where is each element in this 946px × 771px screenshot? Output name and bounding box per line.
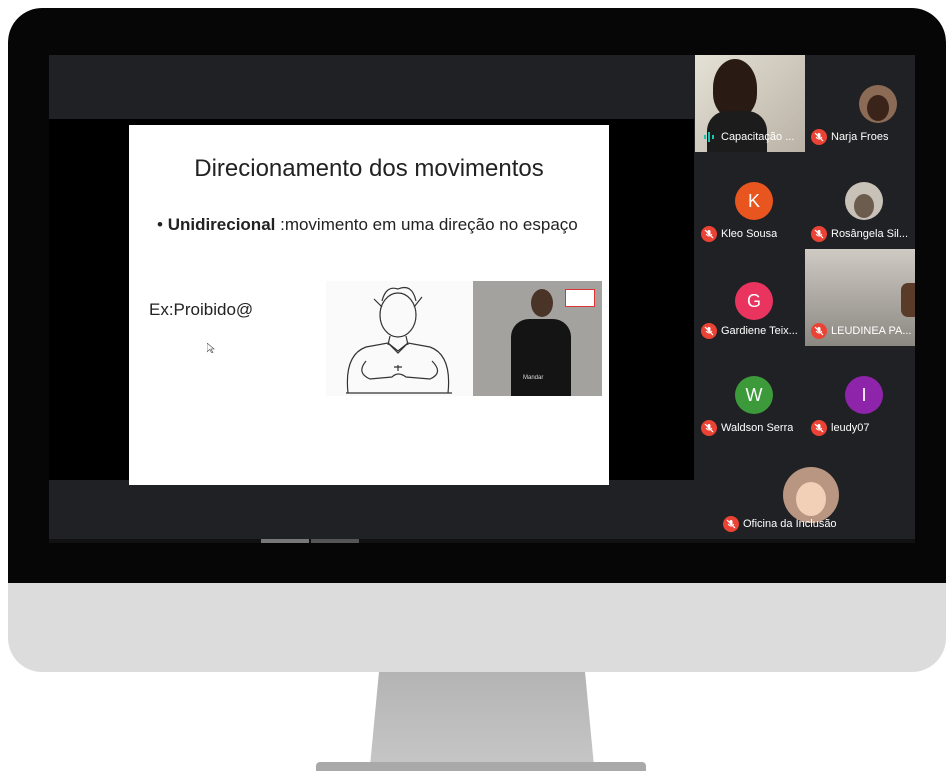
participant-name: Rosângela Sil... xyxy=(831,228,909,240)
monitor-bezel: Direcionamento dos movimentos • Unidirec… xyxy=(8,8,946,583)
mic-off-icon xyxy=(811,323,827,339)
participant-name-row: Capacitação ... xyxy=(701,129,794,145)
presented-slide: Direcionamento dos movimentos • Unidirec… xyxy=(129,125,609,485)
participant-photo xyxy=(859,85,897,123)
stage-bottom-bar xyxy=(49,480,694,543)
slide-bullet-bold: Unidirecional xyxy=(167,215,276,234)
mic-off-icon xyxy=(723,516,739,532)
participant-tile[interactable]: Narja Froes xyxy=(805,55,915,152)
sign-sketch-icon xyxy=(346,286,452,394)
interpreter-head xyxy=(531,289,553,317)
presentation-stage: Direcionamento dos movimentos • Unidirec… xyxy=(49,55,694,543)
tray-thumbnail[interactable] xyxy=(311,539,359,543)
participant-name-row: Kleo Sousa xyxy=(701,226,777,242)
participant-tile[interactable]: W Waldson Serra xyxy=(695,346,805,443)
participant-tile[interactable]: Oficina da Inclusão xyxy=(717,447,907,539)
sign-illustration xyxy=(326,281,473,396)
participant-tile[interactable]: I leudy07 xyxy=(805,346,915,443)
participant-avatar: K xyxy=(735,182,773,220)
mic-off-icon xyxy=(701,226,717,242)
participant-name: Waldson Serra xyxy=(721,422,794,434)
participant-name-row: Oficina da Inclusão xyxy=(723,516,837,532)
slide-bullet: • Unidirecional :movimento em uma direçã… xyxy=(157,215,578,234)
participant-name: Capacitação ... xyxy=(721,131,795,143)
speaking-indicator-icon xyxy=(701,129,717,145)
participant-name-row: Narja Froes xyxy=(811,129,888,145)
participant-name-row: leudy07 xyxy=(811,420,870,436)
mic-off-icon xyxy=(811,420,827,436)
participant-tile[interactable]: LEUDINEA PA... xyxy=(805,249,915,346)
participant-name: leudy07 xyxy=(831,422,870,434)
stage-top-bar xyxy=(49,55,694,119)
participant-tile[interactable]: G Gardiene Teix... xyxy=(695,249,805,346)
participant-name: Oficina da Inclusão xyxy=(743,518,837,530)
mic-off-icon xyxy=(811,129,827,145)
participant-tile[interactable]: Capacitação ... xyxy=(695,55,805,153)
slide-bullet-text: :movimento em uma direção no espaço xyxy=(275,215,578,234)
participant-name: Kleo Sousa xyxy=(721,228,778,240)
bottom-tray xyxy=(49,539,915,543)
participant-name-row: Rosângela Sil... xyxy=(811,226,908,242)
monitor-stand-neck xyxy=(370,672,594,766)
meeting-screen: Direcionamento dos movimentos • Unidirec… xyxy=(49,55,915,543)
participant-name-row: LEUDINEA PA... xyxy=(811,323,912,339)
participant-name: Gardiene Teix... xyxy=(721,325,798,337)
participant-tile[interactable]: Rosângela Sil... xyxy=(805,152,915,249)
participant-photo xyxy=(901,283,915,317)
monitor-stand-base xyxy=(316,762,646,771)
shirt-caption: Mandar xyxy=(523,375,544,381)
sign-video-photo: Mandar xyxy=(473,281,602,396)
participant-grid: Capacitação ... Narja Froes K Kleo Sousa… xyxy=(695,55,915,543)
participant-name: Narja Froes xyxy=(831,131,889,143)
institution-logo-icon xyxy=(565,289,595,307)
monitor-frame: Direcionamento dos movimentos • Unidirec… xyxy=(8,8,946,672)
participant-photo xyxy=(845,182,883,220)
mouse-cursor-icon xyxy=(207,343,215,353)
slide-title: Direcionamento dos movimentos xyxy=(194,155,544,182)
participant-photo xyxy=(713,59,757,117)
participant-name: LEUDINEA PA... xyxy=(831,325,912,337)
mic-off-icon xyxy=(811,226,827,242)
participant-tile[interactable]: K Kleo Sousa xyxy=(695,152,805,249)
interpreter-body xyxy=(511,319,571,396)
slide-example: Ex:Proibido@ xyxy=(149,300,254,319)
participant-name-row: Gardiene Teix... xyxy=(701,323,798,339)
participant-avatar: W xyxy=(735,376,773,414)
participant-avatar: I xyxy=(845,376,883,414)
tray-thumbnail[interactable] xyxy=(261,539,309,543)
participant-photo xyxy=(783,467,839,523)
mic-off-icon xyxy=(701,323,717,339)
participant-name-row: Waldson Serra xyxy=(701,420,793,436)
participant-avatar: G xyxy=(735,282,773,320)
mic-off-icon xyxy=(701,420,717,436)
